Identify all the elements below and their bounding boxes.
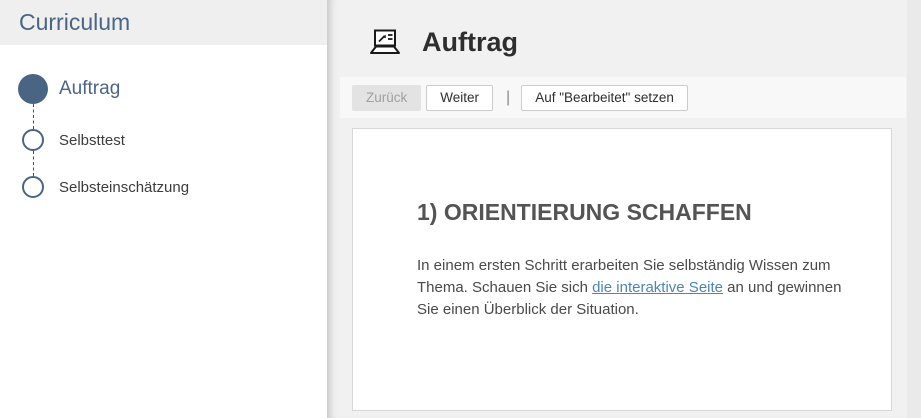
curriculum-sidebar: Curriculum Auftrag Selbsttest [0,0,327,418]
main-content-area: Auftrag Zurück Weiter | Auf "Bearbeitet"… [327,0,921,418]
step-label: Selbsteinschätzung [59,179,189,196]
step-label: Selbsttest [59,132,125,149]
app-window: Curriculum Auftrag Selbsttest [0,0,921,418]
page-header: Auftrag [327,0,921,58]
sidebar-title: Curriculum [0,0,327,45]
step-pending-circle-icon [22,129,44,151]
interactive-page-link[interactable]: die interaktive Seite [592,279,723,296]
step-bullet-slot [18,74,48,104]
step-bullet-slot [18,176,48,198]
next-button[interactable]: Weiter [426,85,493,111]
navigation-toolbar: Zurück Weiter | Auf "Bearbeitet" setzen [340,77,906,118]
toolbar-separator: | [506,89,510,107]
scrollbar-track[interactable] [907,0,921,418]
page-title: Auftrag [422,27,518,58]
curriculum-steps: Auftrag Selbsttest Selbsteinschätzung [0,45,327,198]
content-paragraph: In einem ersten Schritt erarbeiten Sie s… [417,255,849,321]
step-label: Auftrag [59,78,120,100]
sidebar-step-selbsttest[interactable]: Selbsttest [18,129,327,151]
step-active-circle-icon [18,74,48,104]
step-bullet-slot [18,129,48,151]
step-connector-line [33,151,34,176]
lesson-content-panel: 1) ORIENTIERUNG SCHAFFEN In einem ersten… [352,128,892,411]
sidebar-step-selbsteinschaetzung[interactable]: Selbsteinschätzung [18,176,327,198]
content-heading: 1) ORIENTIERUNG SCHAFFEN [417,199,891,226]
step-pending-circle-icon [22,176,44,198]
back-button[interactable]: Zurück [352,85,421,111]
learning-module-icon [369,29,401,56]
step-connector-line [33,104,34,129]
sidebar-step-auftrag[interactable]: Auftrag [18,74,327,104]
set-edited-button[interactable]: Auf "Bearbeitet" setzen [521,85,688,111]
